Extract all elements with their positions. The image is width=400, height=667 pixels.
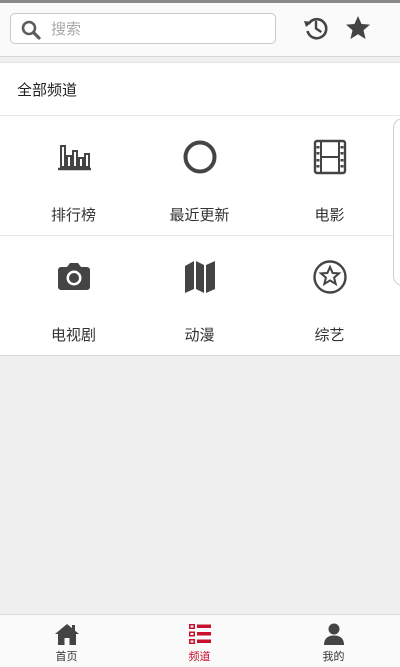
star-circle-icon (312, 260, 347, 294)
channel-label: 电视剧 (50, 326, 96, 344)
history-button[interactable] (302, 14, 330, 42)
channel-ranking[interactable]: 排行榜 (7, 116, 140, 235)
tab-channels[interactable]: 频道 (133, 615, 266, 667)
channel-label: 最近更新 (169, 206, 230, 224)
channel-variety[interactable]: 综艺 (263, 236, 396, 355)
star-icon (346, 16, 370, 39)
channel-label: 排行榜 (50, 206, 96, 224)
tab-label: 频道 (188, 650, 211, 663)
top-bar (0, 3, 400, 57)
tab-home[interactable]: 首页 (0, 615, 133, 667)
channel-panel: 全部频道 排行榜 最近更新 电影 电视剧 动漫 综艺 (0, 62, 400, 356)
panel-title: 全部频道 (17, 81, 78, 99)
tab-label: 首页 (55, 650, 78, 663)
list-icon (188, 624, 211, 644)
search-box[interactable] (10, 13, 276, 44)
map-icon (184, 261, 215, 293)
user-icon (323, 623, 344, 645)
search-input[interactable] (51, 17, 261, 40)
film-icon (313, 139, 346, 175)
channel-tv-series[interactable]: 电视剧 (7, 236, 140, 355)
channel-movies[interactable]: 电影 (263, 116, 396, 235)
channel-anime[interactable]: 动漫 (133, 236, 266, 355)
channel-label: 电影 (314, 206, 345, 224)
channel-recent-updates[interactable]: 最近更新 (133, 116, 266, 235)
favorites-button[interactable] (344, 14, 372, 42)
tab-mine[interactable]: 我的 (267, 615, 400, 667)
bar-chart-icon (57, 145, 91, 171)
tab-label: 我的 (322, 650, 345, 663)
bottom-tab-bar: 首页 频道 我的 (0, 614, 400, 667)
channel-label: 动漫 (184, 326, 215, 344)
search-icon (21, 20, 41, 40)
circle-icon (183, 140, 216, 174)
camera-icon (57, 263, 90, 290)
history-icon (304, 17, 328, 40)
home-icon (54, 624, 79, 645)
channel-label: 综艺 (314, 326, 345, 344)
side-drawer-handle[interactable] (393, 118, 400, 286)
